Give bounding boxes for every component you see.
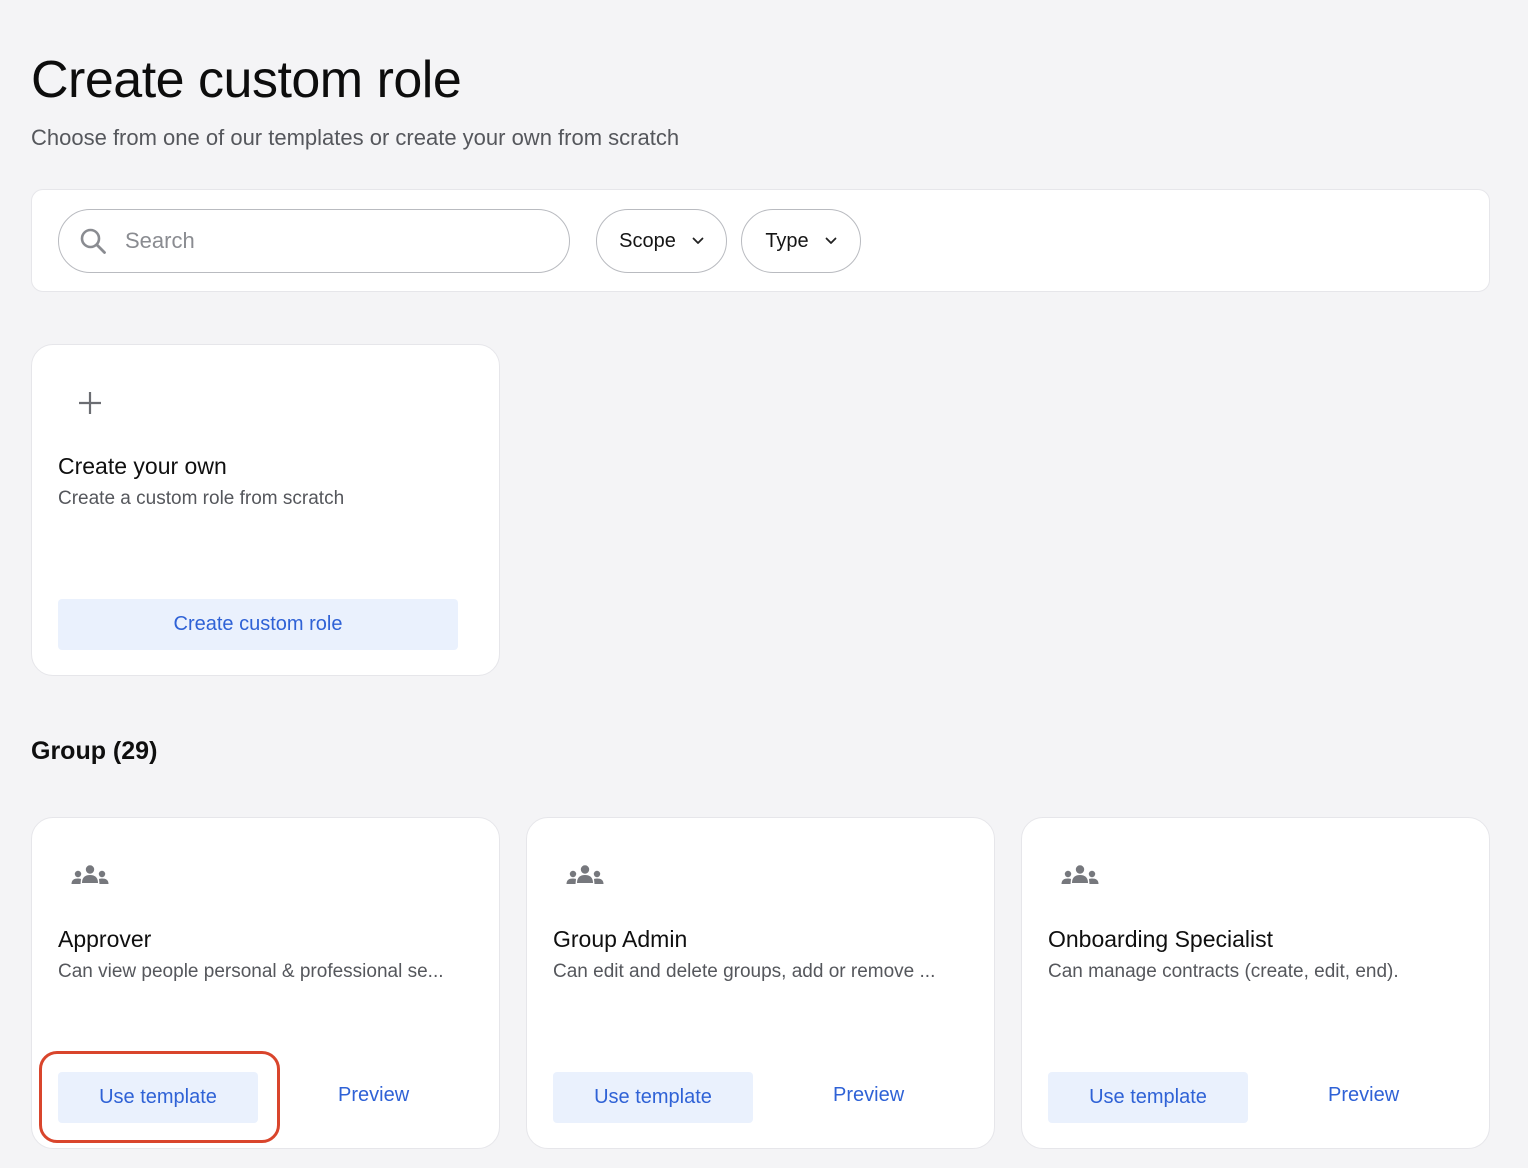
chevron-down-icon [825,237,837,245]
search-input[interactable] [125,228,485,254]
group-icon [70,864,110,888]
create-custom-role-button[interactable]: Create custom role [58,599,458,650]
use-template-button[interactable]: Use template [1048,1072,1248,1123]
scope-dropdown-label: Scope [619,229,676,252]
search-box[interactable] [58,209,570,273]
type-dropdown[interactable]: Type [741,209,861,273]
preview-link[interactable]: Preview [338,1084,409,1107]
filter-bar: Scope Type [31,189,1490,292]
scope-dropdown[interactable]: Scope [596,209,727,273]
card-title: Group Admin [553,926,688,952]
search-icon [79,227,107,255]
page-title: Create custom role [31,51,462,109]
template-card-approver: Approver Can view people personal & prof… [31,817,500,1149]
card-title: Onboarding Specialist [1048,926,1274,952]
page-subtitle: Choose from one of our templates or crea… [31,125,680,150]
card-title: Approver [58,926,152,952]
preview-link[interactable]: Preview [1328,1084,1399,1107]
template-card-onboarding-specialist: Onboarding Specialist Can manage contrac… [1021,817,1490,1149]
card-description: Can view people personal & professional … [58,961,444,982]
create-your-own-card: Create your own Create a custom role fro… [31,344,500,676]
chevron-down-icon [692,237,704,245]
group-icon [565,864,605,888]
plus-icon [76,389,104,417]
type-dropdown-label: Type [765,229,809,252]
section-title-group: Group (29) [31,737,158,765]
card-title: Create your own [58,453,227,479]
template-card-group-admin: Group Admin Can edit and delete groups, … [526,817,995,1149]
use-template-button[interactable]: Use template [553,1072,753,1123]
card-description: Create a custom role from scratch [58,488,345,509]
use-template-button[interactable]: Use template [58,1072,258,1123]
preview-link[interactable]: Preview [833,1084,904,1107]
group-icon [1060,864,1100,888]
card-description: Can manage contracts (create, edit, end)… [1048,961,1399,982]
card-description: Can edit and delete groups, add or remov… [553,961,936,982]
